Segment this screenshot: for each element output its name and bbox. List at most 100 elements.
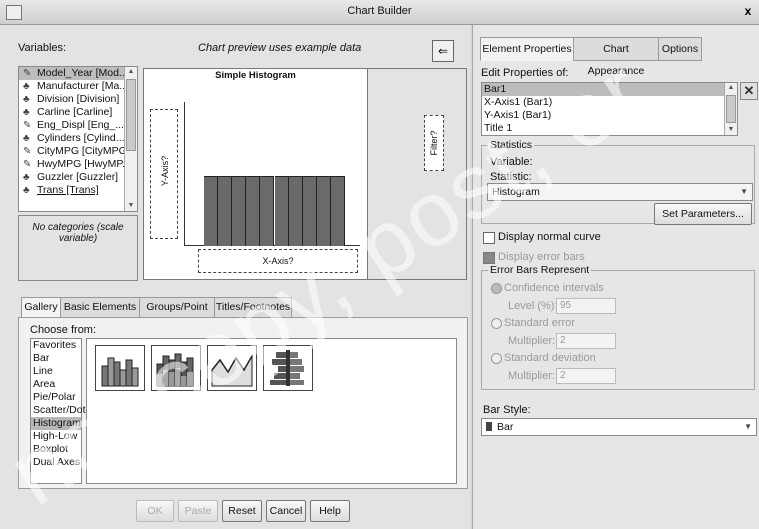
- chart-type-item[interactable]: Pie/Polar: [31, 391, 81, 404]
- chart-type-item[interactable]: Area: [31, 378, 81, 391]
- element-item[interactable]: X-Axis1 (Bar1): [482, 96, 737, 109]
- variables-list[interactable]: ✎ Model_Year [Mod... ♣ Manufacturer [Ma... ♣…: [18, 66, 138, 212]
- multiplier-label-2: Multiplier:: [508, 370, 556, 382]
- variables-scrollbar[interactable]: ▲ ▼: [124, 67, 137, 211]
- display-normal-curve-label: Display normal curve: [498, 231, 601, 243]
- y-axis-drop-zone[interactable]: Y-Axis?: [150, 109, 178, 239]
- chart-type-item[interactable]: Boxplot: [31, 443, 81, 456]
- reset-button[interactable]: Reset: [222, 500, 262, 522]
- frequency-polygon-thumbnail[interactable]: [207, 345, 257, 391]
- preview-right-area: Filter?: [368, 68, 467, 280]
- statistic-select[interactable]: Histogram ▼: [487, 183, 753, 201]
- tab-basic-elements[interactable]: Basic Elements: [60, 297, 140, 318]
- close-icon[interactable]: x: [739, 2, 757, 20]
- simple-histogram-thumbnail[interactable]: [95, 345, 145, 391]
- ok-button[interactable]: OK: [136, 500, 174, 522]
- frequency-polygon-icon: [211, 354, 253, 387]
- tab-groups-point-id[interactable]: Groups/Point ID: [139, 297, 215, 332]
- element-item[interactable]: Title 1: [482, 122, 737, 135]
- display-error-bars-checkbox[interactable]: [483, 252, 495, 264]
- variable-item[interactable]: ✎ HwyMPG [HwyMP...: [19, 158, 137, 171]
- display-normal-curve-checkbox[interactable]: [483, 232, 495, 244]
- chart-type-item[interactable]: Dual Axes: [31, 456, 81, 469]
- element-list-scrollbar[interactable]: ▲ ▼: [724, 83, 737, 135]
- filter-label: Filter?: [429, 130, 439, 156]
- variable-item[interactable]: ♣ Carline [Carline]: [19, 106, 137, 119]
- chart-type-item[interactable]: Scatter/Dot: [31, 404, 86, 417]
- multiplier-input-1[interactable]: 2: [556, 333, 616, 349]
- variable-label: HwyMPG [HwyMP...: [37, 158, 131, 170]
- y-axis-line: [184, 102, 185, 245]
- variable-label: Manufacturer [Ma...: [37, 80, 129, 92]
- no-categories-text: No categories (scale variable): [32, 222, 124, 244]
- help-button[interactable]: Help: [310, 500, 350, 522]
- no-categories-panel: No categories (scale variable): [18, 215, 138, 281]
- stacked-histogram-icon: [156, 353, 194, 387]
- title-bar: Chart Builder x: [0, 0, 759, 25]
- histogram-bar: [316, 176, 331, 246]
- statistic-label: Statistic:: [490, 171, 532, 183]
- reset-preview-icon[interactable]: ⇐: [432, 40, 454, 62]
- scale-icon: ✎: [23, 146, 32, 157]
- histogram-bar: [330, 176, 345, 246]
- standard-error-label: Standard error: [504, 317, 575, 329]
- element-item[interactable]: Bar1: [482, 83, 737, 96]
- population-pyramid-thumbnail[interactable]: [263, 345, 313, 391]
- variable-item[interactable]: ✎ Model_Year [Mod...: [19, 67, 137, 80]
- variable-item[interactable]: ✎ Eng_Displ [Eng_...: [19, 119, 137, 132]
- bar-style-select[interactable]: Bar ▼: [481, 418, 757, 436]
- x-axis-drop-zone[interactable]: X-Axis?: [198, 249, 358, 273]
- variable-item[interactable]: ♣ Division [Division]: [19, 93, 137, 106]
- standard-deviation-label: Standard deviation: [504, 352, 596, 364]
- chart-type-item[interactable]: Favorites: [31, 339, 81, 352]
- paste-button[interactable]: Paste: [178, 500, 218, 522]
- nominal-icon: ♣: [23, 185, 30, 196]
- nominal-icon: ♣: [23, 107, 30, 118]
- tab-titles-footnotes[interactable]: Titles/Footnotes: [214, 297, 292, 318]
- tab-chart-appearance[interactable]: Chart Appearance: [573, 37, 659, 77]
- variable-item[interactable]: ♣ Manufacturer [Ma...: [19, 80, 137, 93]
- population-pyramid-icon: [270, 350, 304, 386]
- histogram-bar: [288, 176, 303, 246]
- stacked-histogram-thumbnail[interactable]: [151, 345, 201, 391]
- cancel-button[interactable]: Cancel: [266, 500, 306, 522]
- variables-label: Variables:: [18, 42, 67, 54]
- multiplier-input-2[interactable]: 2: [556, 368, 616, 384]
- chart-type-item[interactable]: Line: [31, 365, 81, 378]
- chart-type-item[interactable]: High-Low: [31, 430, 81, 443]
- element-list[interactable]: Bar1 X-Axis1 (Bar1) Y-Axis1 (Bar1) Title 1 …: [481, 82, 738, 136]
- delete-element-icon[interactable]: ✕: [740, 82, 758, 100]
- tab-gallery[interactable]: Gallery: [21, 297, 61, 318]
- variable-item[interactable]: ♣ Trans [Trans]: [19, 184, 137, 197]
- variable-item[interactable]: ♣ Cylinders [Cylind...: [19, 132, 137, 145]
- chart-type-list[interactable]: Favorites Bar Line Area Pie/Polar Scatter/Dot…: [30, 338, 86, 484]
- bar-style-label: Bar Style:: [483, 404, 531, 416]
- statistic-select-value: Histogram: [492, 186, 540, 198]
- preview-title: Simple Histogram: [215, 70, 296, 81]
- statistics-legend: Statistics: [488, 139, 535, 151]
- standard-deviation-radio[interactable]: [491, 353, 502, 364]
- chart-type-item[interactable]: Bar: [31, 352, 81, 365]
- nominal-icon: ♣: [23, 133, 30, 144]
- variable-label: Eng_Displ [Eng_...: [37, 119, 124, 131]
- histogram-bar: [302, 176, 317, 246]
- variable-item[interactable]: ✎ CityMPG [CityMPG]: [19, 145, 137, 158]
- variable-label: Variable:: [490, 156, 533, 168]
- tab-element-properties[interactable]: Element Properties: [480, 37, 574, 61]
- simple-histogram-icon: [101, 357, 139, 387]
- variable-label: Model_Year [Mod...: [37, 67, 128, 79]
- standard-error-radio[interactable]: [491, 318, 502, 329]
- chart-preview-canvas[interactable]: Simple Histogram Y-Axis? X-Axis?: [143, 68, 447, 280]
- element-item[interactable]: Y-Axis1 (Bar1): [482, 109, 737, 122]
- display-error-bars-label: Display error bars: [498, 251, 585, 263]
- variable-item[interactable]: ♣ Guzzler [Guzzler]: [19, 171, 137, 184]
- level-input[interactable]: 95: [556, 298, 616, 314]
- tab-options[interactable]: Options: [658, 37, 702, 61]
- filter-drop-zone-box[interactable]: Filter?: [424, 115, 444, 171]
- chart-type-item[interactable]: Histogram: [31, 417, 81, 430]
- scale-icon: ✎: [23, 120, 32, 131]
- scale-icon: ✎: [23, 68, 32, 79]
- set-parameters-button[interactable]: Set Parameters...: [654, 203, 752, 225]
- variable-label: Trans [Trans]: [37, 184, 99, 196]
- confidence-intervals-radio[interactable]: [491, 283, 502, 294]
